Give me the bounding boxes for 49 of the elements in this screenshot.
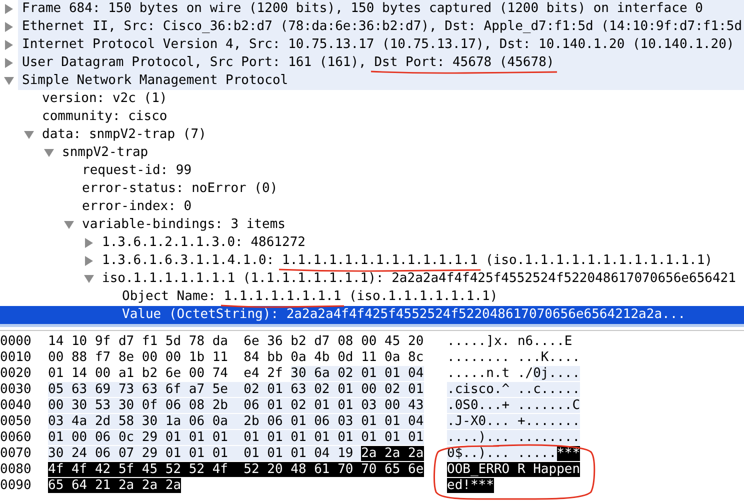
- ascii-text: .0S0...+ .......C: [447, 398, 580, 413]
- hex-bytes: 30 24 06 07 29 01 01 01 01 01 01 04 19: [48, 446, 362, 461]
- hex-bytes: 05 63 69 73 63 6f a7 5e 02 01 63 02 01 00 02 01: [48, 382, 424, 397]
- hex-bytes: 65 64 21 2a 2a 2a: [48, 478, 182, 493]
- hex-bytes: 14 10 9f d7 f1 5d 78 da 6e 36 b2 d7 08 00 45 20: [48, 334, 424, 349]
- tree-item[interactable]: snmpV2-trap: [0, 144, 744, 162]
- tree-item[interactable]: error-status: noError (0): [0, 180, 744, 198]
- ascii-text: ....)... ........: [447, 430, 580, 445]
- ascii-text: .....n.t ./: [447, 366, 534, 381]
- ascii-text: ed!***: [447, 478, 494, 493]
- tree-item[interactable]: request-id: 99: [0, 162, 744, 180]
- offset-label: 0040: [0, 398, 32, 414]
- ascii-text: 0$..)... .....: [447, 446, 557, 461]
- tree-item[interactable]: error-index: 0: [0, 198, 744, 216]
- ascii-text: .J-X0... +.......: [447, 414, 580, 429]
- hex-bytes: 01 00 06 0c 29 01 01 01 01 01 01 01 01 01 01 01: [48, 430, 424, 445]
- tree-item[interactable]: variable-bindings: 3 items: [0, 216, 744, 234]
- tree-item[interactable]: Value (OctetString): 2a2a2a4f4f425f4552524f522048617070656e6564212a2a...: [0, 306, 744, 324]
- tree-item[interactable]: 1.3.6.1.2.1.1.3.0: 4861272: [0, 234, 744, 252]
- collapse-arrow-icon: [64, 221, 74, 229]
- ascii-text: .cisco.^ ..c.....: [447, 382, 580, 397]
- tree-item[interactable]: 1.3.6.1.6.3.1.1.4.1.0: 1.1.1.1.1.1.1.1.1.1.1.1.1 (iso.1.1.1.1.1.1.1.1.1.1.1.1): [0, 252, 744, 270]
- hex-bytes: 00 88 f7 8e 00 00 1b 11 84 bb 0a 4b 0d 11 0a 8c: [48, 350, 424, 365]
- collapse-arrow-icon: [84, 275, 94, 283]
- ascii-text: ........ ...K....: [447, 350, 580, 365]
- tree-item[interactable]: community: cisco: [0, 108, 744, 126]
- offset-label: 0000: [0, 334, 32, 350]
- tree-item[interactable]: Object Name: 1.1.1.1.1.1.1.1 (iso.1.1.1.1.1.1.1): [0, 288, 744, 306]
- hex-bytes: 00 30 53 30 0f 06 08 2b 06 01 02 01 01 03 00 43: [48, 398, 424, 413]
- hex-bytes: 2a 2a 2a: [361, 446, 424, 461]
- hex-bytes: 4f 4f 42 5f 45 52 52 4f 52 20 48 61 70 70 65 6e: [48, 462, 424, 477]
- offset-label: 0030: [0, 382, 32, 398]
- collapse-arrow-icon: [4, 77, 14, 85]
- tree-item[interactable]: version: v2c (1): [0, 90, 744, 108]
- tree-item[interactable]: iso.1.1.1.1.1.1.1 (1.1.1.1.1.1.1.1): 2a2a2a4f4f425f4552524f522048617070656e656421: [0, 270, 744, 288]
- offset-label: 0010: [0, 350, 32, 366]
- tree-item[interactable]: data: snmpV2-trap (7): [0, 126, 744, 144]
- offset-label: 0080: [0, 462, 32, 478]
- hex-bytes: 01 14 00 a1 b2 6e 00 74 e4 2f: [48, 366, 284, 381]
- hex-bytes: 30 6a 02 01 01 04: [290, 366, 424, 381]
- hex-bytes: 03 4a 2d 58 30 1a 06 0a 2b 06 01 06 03 01 01 04: [48, 414, 424, 429]
- offset-label: 0070: [0, 446, 32, 462]
- ascii-text: .....]x. n6....E: [447, 334, 572, 349]
- offset-label: 0050: [0, 414, 32, 430]
- offset-label: 0020: [0, 366, 32, 382]
- ascii-text: 0j....: [533, 366, 580, 381]
- offset-label: 0060: [0, 430, 32, 446]
- ascii-text: OOB_ERRO R Happen: [447, 462, 580, 477]
- offset-label: 0090: [0, 478, 32, 494]
